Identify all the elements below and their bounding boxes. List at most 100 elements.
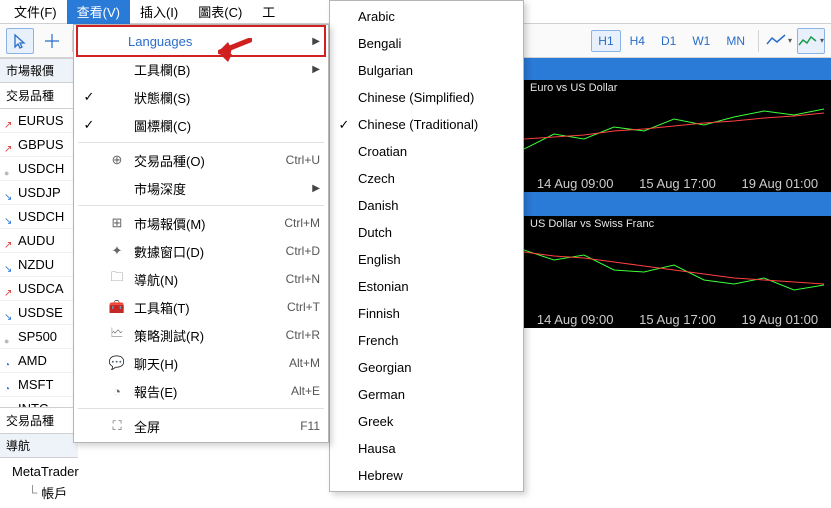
language-item[interactable]: Croatian [330, 138, 523, 165]
crosshair-tool-button[interactable] [38, 28, 66, 54]
menu-separator [78, 142, 324, 143]
symbol-row[interactable]: USDCA [0, 277, 78, 301]
language-label: English [358, 252, 401, 267]
language-item[interactable]: Hausa [330, 435, 523, 462]
menu-icon: ⛶ [106, 416, 128, 436]
language-item[interactable]: Arabic [330, 3, 523, 30]
check-icon: ✓ [78, 117, 100, 133]
symbol-row[interactable]: USDJP [0, 181, 78, 205]
symbol-row[interactable]: AMD [0, 349, 78, 373]
menu-item[interactable]: ⊕交易品種(O)Ctrl+U [74, 146, 328, 174]
trend-dn-icon [4, 260, 14, 270]
menubar-item[interactable]: 圖表(C) [188, 0, 252, 24]
symbol-row[interactable]: EURUS [0, 109, 78, 133]
timeframe-button-h4[interactable]: H4 [623, 30, 652, 52]
menu-item[interactable]: 工具欄(B)▶ [74, 55, 328, 83]
check-icon: ✓ [78, 89, 100, 105]
trend-up-icon [4, 284, 14, 294]
menubar-item[interactable]: 查看(V) [67, 0, 130, 24]
menu-icon: ✦ [106, 241, 128, 261]
language-item[interactable]: Greek [330, 408, 523, 435]
symbol-row[interactable]: INTC [0, 397, 78, 407]
chart-1[interactable]: Euro vs US Dollar 14 Aug 09:0015 Aug 17:… [524, 80, 831, 192]
menu-item[interactable]: 🗀導航(N)Ctrl+N [74, 265, 328, 293]
trend-dot-icon [4, 164, 14, 174]
charts-area: Euro vs US Dollar 14 Aug 09:0015 Aug 17:… [524, 58, 831, 328]
menu-item[interactable]: ✓圖標欄(C) [74, 111, 328, 139]
trend-up-icon [4, 116, 14, 126]
language-item[interactable]: Dutch [330, 219, 523, 246]
language-label: Finnish [358, 306, 400, 321]
menu-shortcut: Alt+M [289, 356, 320, 370]
menu-item-label: 聊天(H) [134, 354, 283, 373]
trend-dn-icon [4, 212, 14, 222]
symbols-tab-2[interactable]: 交易品種 [0, 407, 78, 433]
menu-item[interactable]: 🧰工具箱(T)Ctrl+T [74, 293, 328, 321]
submenu-arrow-icon: ▶ [312, 64, 320, 75]
symbol-row[interactable]: GBPUS [0, 133, 78, 157]
menu-icon: ◔ [106, 381, 128, 401]
symbol-row[interactable]: NZDU [0, 253, 78, 277]
menu-item-label: 導航(N) [134, 270, 280, 289]
language-item[interactable]: Bulgarian [330, 57, 523, 84]
language-label: Chinese (Traditional) [358, 117, 478, 132]
timeframe-button-mn[interactable]: MN [719, 30, 752, 52]
chart-type-button[interactable]: ▾ [765, 28, 793, 54]
symbol-row[interactable]: MSFT [0, 373, 78, 397]
menu-item[interactable]: 市場深度▶ [74, 174, 328, 202]
language-item[interactable]: Finnish [330, 300, 523, 327]
view-menu-dropdown: Languages▶工具欄(B)▶✓狀態欄(S)✓圖標欄(C)⊕交易品種(O)C… [73, 24, 329, 443]
chart-1-title: Euro vs US Dollar [530, 82, 617, 94]
menu-item[interactable]: ✦數據窗口(D)Ctrl+D [74, 237, 328, 265]
chart-2-plot [524, 230, 831, 314]
menu-separator [78, 408, 324, 409]
language-item[interactable]: Bengali [330, 30, 523, 57]
chart-window-header-2[interactable] [524, 192, 831, 216]
symbol-row[interactable]: USDCH [0, 157, 78, 181]
language-item[interactable]: Czech [330, 165, 523, 192]
language-item[interactable]: French [330, 327, 523, 354]
trend-dn-icon [4, 188, 14, 198]
menu-item-label: Languages [106, 34, 306, 49]
language-label: Danish [358, 198, 398, 213]
symbol-row[interactable]: SP500 [0, 325, 78, 349]
menubar-item[interactable]: 文件(F) [4, 0, 67, 24]
timeframe-button-w1[interactable]: W1 [685, 30, 717, 52]
menu-item[interactable]: 🗠策略測試(R)Ctrl+R [74, 321, 328, 349]
menu-item[interactable]: ◔報告(E)Alt+E [74, 377, 328, 405]
symbol-row[interactable]: USDCH [0, 205, 78, 229]
navigator-accounts-item[interactable]: └帳戶 [6, 481, 72, 504]
language-item[interactable]: English [330, 246, 523, 273]
language-item[interactable]: Estonian [330, 273, 523, 300]
symbol-row[interactable]: AUDU [0, 229, 78, 253]
menu-item-label: 市場深度 [134, 179, 306, 198]
timeframe-button-d1[interactable]: D1 [654, 30, 683, 52]
chart-2[interactable]: US Dollar vs Swiss Franc 14 Aug 09:0015 … [524, 216, 831, 328]
menubar-item[interactable]: 工 [252, 0, 285, 24]
menu-item[interactable]: ✓狀態欄(S) [74, 83, 328, 111]
timeframe-button-h1[interactable]: H1 [591, 30, 620, 52]
menu-item[interactable]: ⊞市場報價(M)Ctrl+M [74, 209, 328, 237]
menu-item[interactable]: ⛶全屏F11 [74, 412, 328, 440]
menu-shortcut: F11 [300, 419, 320, 433]
indicator-button[interactable]: ▾ [797, 28, 825, 54]
cursor-tool-button[interactable] [6, 28, 34, 54]
menu-item[interactable]: Languages▶ [74, 27, 328, 55]
language-item[interactable]: Hebrew [330, 462, 523, 489]
symbol-row[interactable]: USDSE [0, 301, 78, 325]
language-item[interactable]: German [330, 381, 523, 408]
menubar-item[interactable]: 插入(I) [130, 0, 188, 24]
language-label: Hebrew [358, 468, 403, 483]
language-item[interactable]: ✓Chinese (Traditional) [330, 111, 523, 138]
navigator-app-item[interactable]: MetaTrader [6, 462, 72, 481]
trend-up-icon [4, 236, 14, 246]
language-item[interactable]: Danish [330, 192, 523, 219]
menu-item-label: 工具箱(T) [134, 298, 281, 317]
language-item[interactable]: Georgian [330, 354, 523, 381]
chart-window-header[interactable] [524, 58, 831, 80]
language-item[interactable]: Chinese (Simplified) [330, 84, 523, 111]
menu-item[interactable]: 💬聊天(H)Alt+M [74, 349, 328, 377]
language-label: Greek [358, 414, 393, 429]
symbols-tab[interactable]: 交易品種 [0, 83, 78, 109]
language-label: Arabic [358, 9, 395, 24]
